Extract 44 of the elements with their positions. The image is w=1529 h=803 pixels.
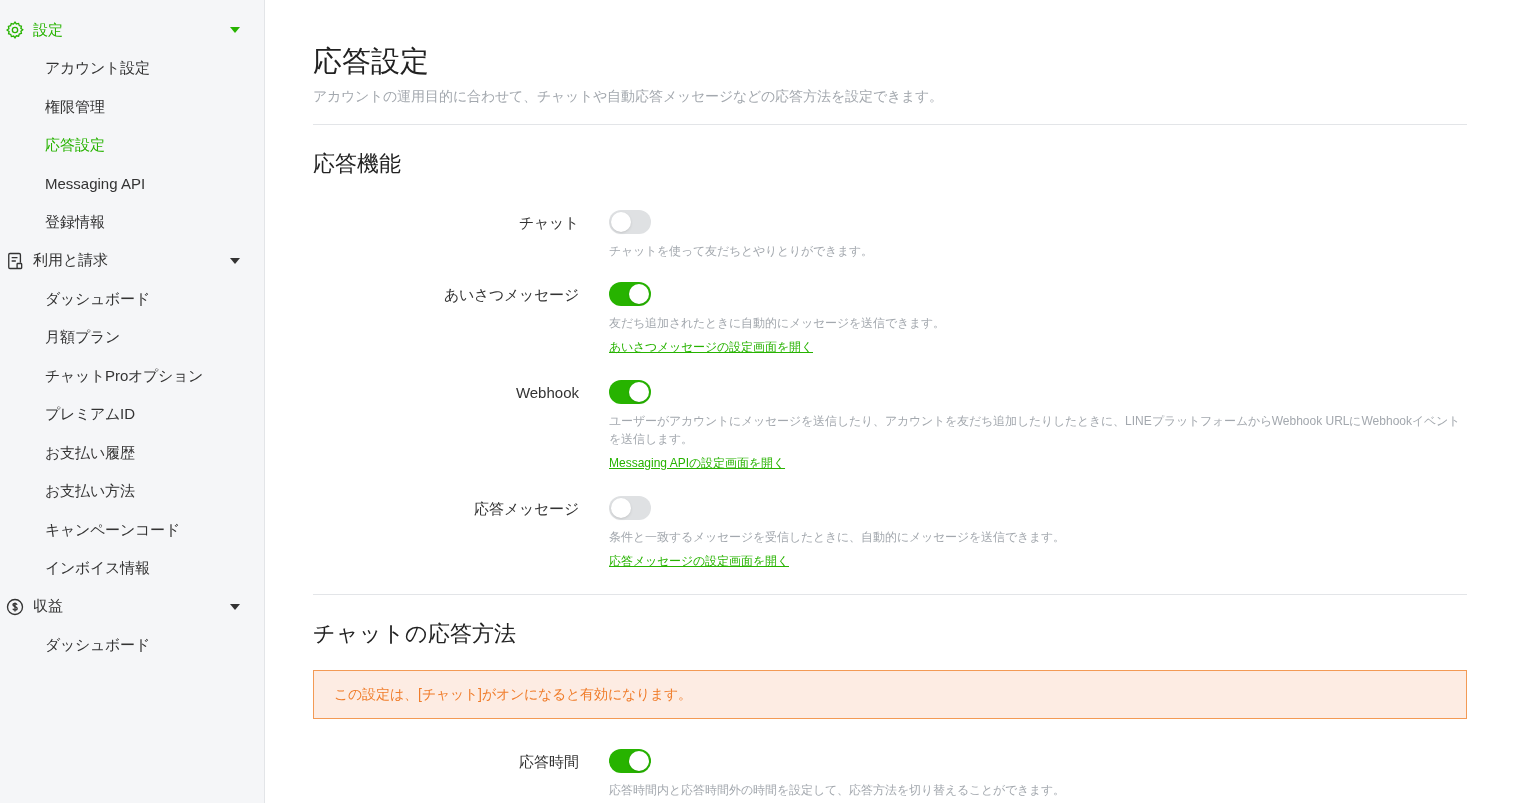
toggle-switch[interactable]	[609, 210, 651, 234]
setting-label: 応答時間	[518, 752, 579, 772]
sidebar-item[interactable]: アカウント設定	[45, 57, 150, 80]
sidebar-item[interactable]: 権限管理	[45, 95, 105, 118]
sidebar-item[interactable]: 月額プラン	[45, 326, 120, 349]
page-description: アカウントの運用目的に合わせて、チャットや自動応答メッセージなどの応答方法を設定できます。	[313, 86, 1467, 125]
sidebar-item[interactable]: チャットProオプション	[45, 364, 204, 387]
setting-label: Webhook	[514, 383, 579, 403]
document-icon	[5, 250, 25, 271]
toggle-switch[interactable]	[609, 282, 651, 306]
setting-description: ユーザーがアカウントにメッセージを送信したり、アカウントを友だち追加したりしたときに、LINEプラットフォームからWebhook URLにWebhookイベントを送信します。	[609, 413, 1461, 448]
setting-description: チャットを使って友だちとやりとりができます。	[609, 243, 874, 260]
sidebar-item[interactable]: ダッシュボード	[45, 633, 150, 656]
setting-description: 友だち追加されたときに自動的にメッセージを送信できます。	[609, 315, 946, 332]
setting-label: 応答メッセージ	[473, 499, 579, 519]
toggle-switch[interactable]	[609, 749, 651, 773]
sidebar-item[interactable]: Messaging API	[45, 172, 146, 195]
toggle-switch[interactable]	[609, 380, 651, 404]
sidebar-item[interactable]: インボイス情報	[45, 557, 150, 580]
caret-icon	[230, 603, 240, 610]
setting-label: あいさつメッセージ	[443, 285, 579, 305]
section-title: チャットの応答方法	[313, 620, 517, 648]
toggle-switch[interactable]	[609, 496, 651, 520]
sidebar-item[interactable]: ダッシュボード	[45, 287, 150, 310]
sidebar-group[interactable]: 収益	[0, 587, 264, 626]
sidebar-item[interactable]: お支払い履歴	[45, 441, 135, 464]
setting-description: 応答時間内と応答時間外の時間を設定して、応答方法を切り替えることができます。	[609, 782, 1066, 799]
sidebar-group-label: 収益	[33, 596, 64, 617]
settings-icon	[5, 20, 25, 40]
sidebar-item[interactable]: キャンペーンコード	[45, 518, 180, 541]
setting-description: 条件と一致するメッセージを受信したときに、自動的にメッセージを送信できます。	[609, 529, 1066, 546]
sidebar-item[interactable]: お支払い方法	[45, 480, 135, 503]
section-title: 応答機能	[313, 150, 402, 178]
page-title: 応答設定	[313, 44, 430, 79]
caret-icon	[230, 27, 240, 33]
sidebar-group-label: 利用と請求	[33, 250, 109, 271]
sidebar-group-label: 設定	[33, 19, 64, 40]
setting-label: チャット	[518, 213, 579, 233]
notice-banner: この設定は、[チャット]がオンになると有効になります。	[313, 670, 1467, 719]
sidebar-item[interactable]: プレミアムID	[45, 403, 135, 426]
caret-icon	[230, 257, 240, 264]
dollar-icon	[5, 596, 25, 617]
sidebar-group[interactable]: 利用と請求	[0, 241, 264, 280]
sidebar-item[interactable]: 登録情報	[45, 211, 105, 234]
